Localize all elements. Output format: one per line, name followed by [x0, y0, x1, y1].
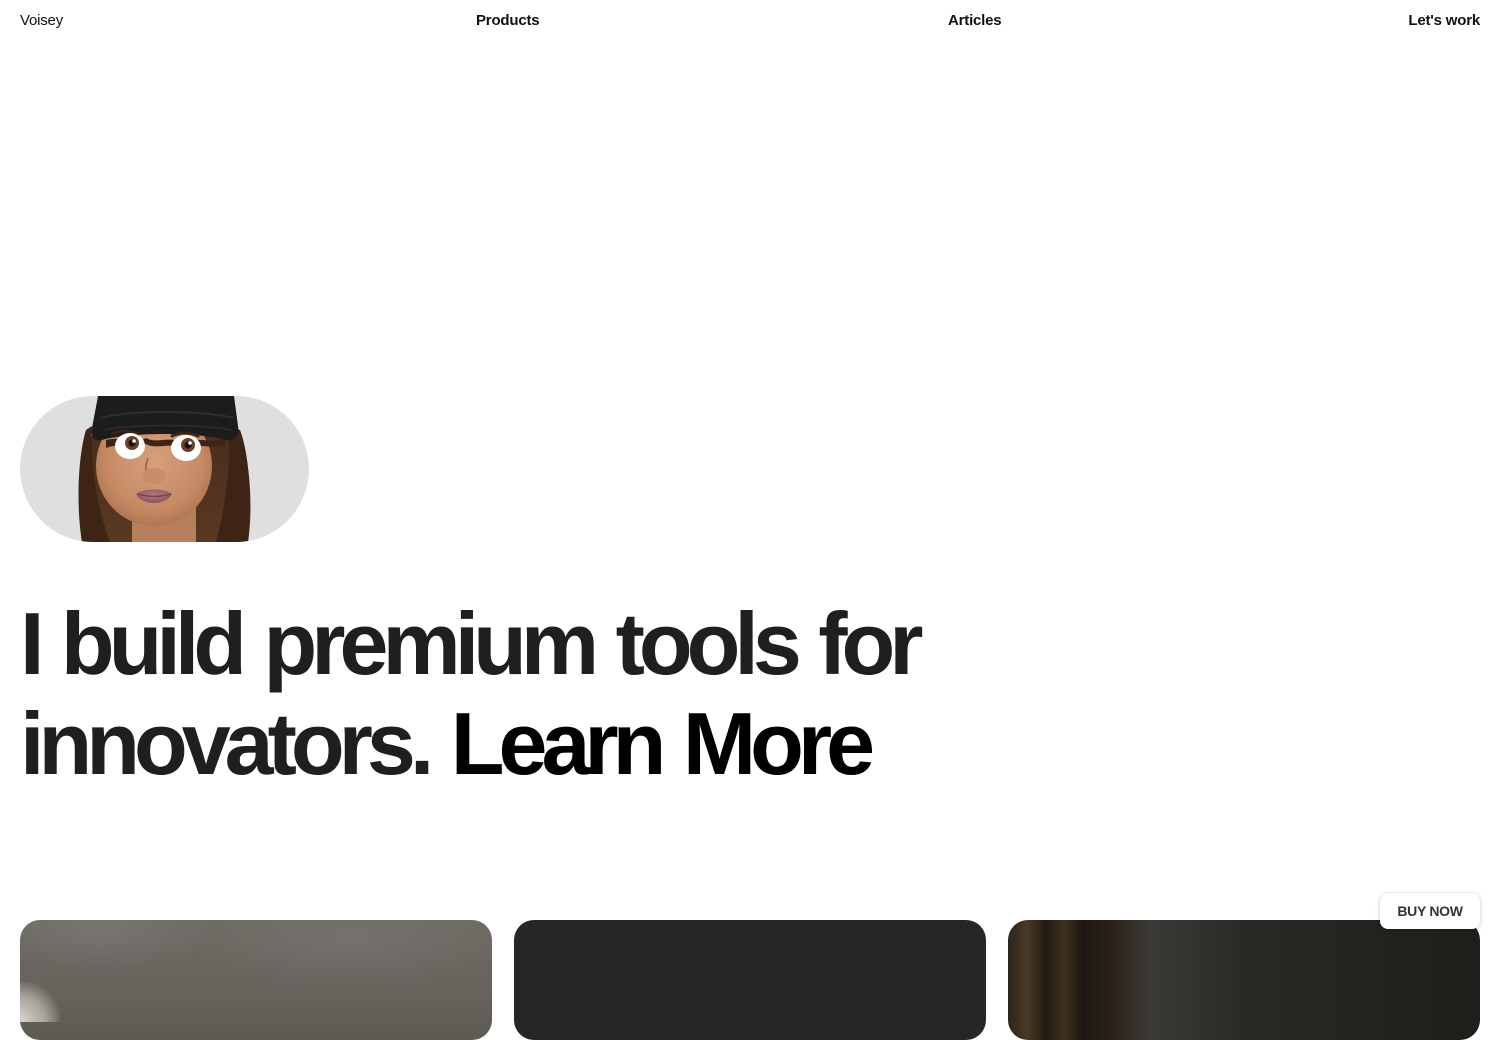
avatar-pill	[20, 396, 309, 542]
hero-headline: I build premium tools for innovators. Le…	[20, 594, 940, 794]
product-card-1[interactable]	[20, 920, 492, 1040]
top-nav: Voisey Products Articles Let's work	[20, 10, 1480, 32]
nav-articles-link[interactable]: Articles	[948, 10, 1002, 32]
nav-lets-work-link[interactable]: Let's work	[1408, 10, 1480, 32]
nav-products-link[interactable]: Products	[476, 10, 540, 32]
learn-more-link[interactable]: Learn More	[451, 694, 875, 793]
product-card-3[interactable]	[1008, 920, 1480, 1040]
buy-now-button[interactable]: BUY NOW	[1380, 893, 1480, 929]
product-card-2[interactable]	[514, 920, 986, 1040]
brand-logo-link[interactable]: Voisey	[20, 10, 63, 32]
memoji-avatar-icon	[78, 396, 251, 542]
